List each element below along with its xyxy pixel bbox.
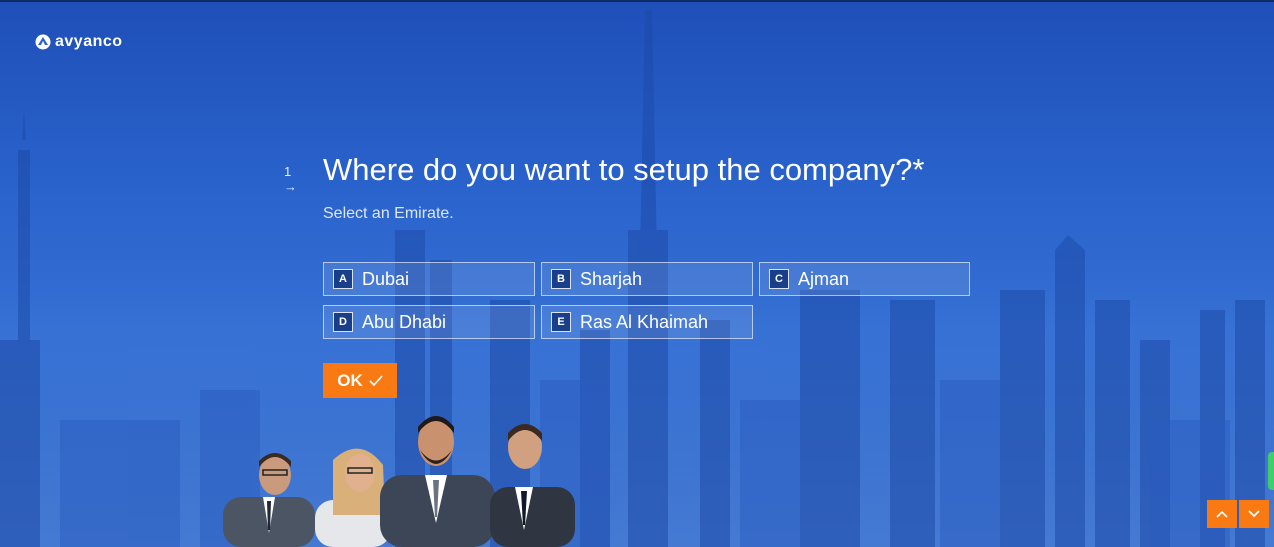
choice-key: B bbox=[551, 269, 571, 289]
ok-button[interactable]: OK bbox=[323, 363, 397, 398]
ok-label: OK bbox=[337, 370, 363, 390]
choice-label: Abu Dhabi bbox=[362, 311, 447, 332]
choice-key: E bbox=[551, 312, 571, 332]
question-title: Where do you want to setup the company?* bbox=[323, 152, 925, 187]
choice-label: Ajman bbox=[798, 268, 850, 289]
person-1 bbox=[223, 453, 315, 547]
question-subtitle: Select an Emirate. bbox=[323, 205, 454, 222]
avyanco-logo-icon bbox=[35, 34, 51, 50]
person-4 bbox=[490, 424, 575, 547]
brand-name: avyanco bbox=[55, 33, 123, 50]
brand-logo[interactable]: avyanco bbox=[35, 33, 123, 51]
arrow-right-icon: → bbox=[284, 179, 297, 194]
choice-key: A bbox=[333, 269, 353, 289]
choice-sharjah[interactable]: B Sharjah bbox=[541, 262, 753, 296]
choice-dubai[interactable]: A Dubai bbox=[323, 262, 535, 296]
previous-question-button[interactable] bbox=[1207, 500, 1237, 528]
choice-label: Sharjah bbox=[580, 268, 643, 289]
chevron-up-icon bbox=[1216, 510, 1228, 518]
choice-key: C bbox=[769, 269, 789, 289]
question-number: 1 → bbox=[284, 164, 297, 194]
choice-label: Dubai bbox=[362, 268, 410, 289]
team-photo bbox=[223, 416, 575, 547]
choice-ras-al-khaimah[interactable]: E Ras Al Khaimah bbox=[541, 305, 753, 339]
person-3 bbox=[380, 416, 495, 547]
navigation-buttons bbox=[1207, 500, 1269, 528]
choice-key: D bbox=[333, 312, 353, 332]
choice-label: Ras Al Khaimah bbox=[580, 311, 709, 332]
check-icon bbox=[369, 374, 383, 386]
chat-widget-tab[interactable] bbox=[1268, 452, 1274, 490]
choice-abu-dhabi[interactable]: D Abu Dhabi bbox=[323, 305, 535, 339]
next-question-button[interactable] bbox=[1239, 500, 1269, 528]
chevron-down-icon bbox=[1248, 510, 1260, 518]
choice-ajman[interactable]: C Ajman bbox=[759, 262, 970, 296]
person-2 bbox=[315, 448, 391, 547]
